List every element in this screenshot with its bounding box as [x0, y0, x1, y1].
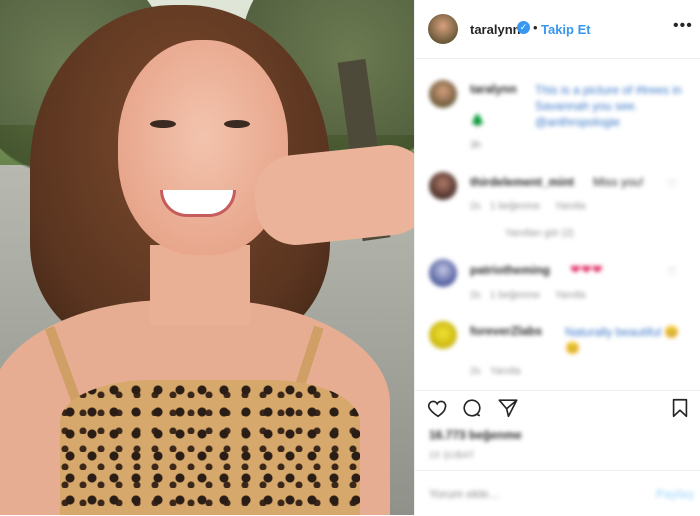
share-icon[interactable] — [497, 397, 519, 419]
add-comment-bar: Yorum ekle... Paylaş — [415, 470, 700, 516]
comment-icon[interactable] — [461, 397, 483, 419]
caption: taralynn This is a picture of #trees in … — [415, 75, 700, 155]
comment-like-icon[interactable]: ♡ — [667, 178, 677, 191]
comment-username[interactable]: thirdelement_mint — [470, 175, 574, 189]
caption-avatar[interactable] — [429, 80, 457, 108]
comment-username[interactable]: foreverZlabs — [470, 324, 542, 338]
comment-reply-button[interactable]: Yanıtla — [555, 290, 585, 301]
comment-item: foreverZlabs Naturally beautiful 😊😊 ♡ 2s… — [415, 318, 700, 383]
comment-item: patriotheming ❤❤❤ ♡ 2s 1 beğenme Yanıtla — [415, 255, 700, 310]
instagram-post: taralynn ✓ • Takip Et ••• taralynn This … — [0, 0, 700, 515]
caption-text: This is a picture of #trees in Savannah … — [535, 83, 682, 129]
post-date: 19 ŞUBAT — [429, 450, 475, 460]
caption-username[interactable]: taralynn — [470, 82, 517, 96]
post-comment-button[interactable]: Paylaş — [656, 487, 694, 501]
post-side-panel: taralynn ✓ • Takip Et ••• taralynn This … — [414, 0, 700, 515]
comment-username[interactable]: patriotheming — [470, 263, 550, 277]
verified-badge-icon: ✓ — [517, 21, 530, 34]
more-options-icon[interactable]: ••• — [673, 17, 693, 35]
comment-avatar[interactable] — [429, 321, 457, 349]
photo-leopard-top — [60, 380, 360, 515]
likes-count[interactable]: 16.773 beğenme — [429, 428, 522, 442]
photo-eye-right — [224, 120, 250, 128]
caption-time: 3h — [470, 140, 482, 151]
comment-reply-button[interactable]: Yanıtla — [490, 366, 520, 377]
comment-likes[interactable]: 1 beğenme — [490, 201, 540, 212]
photo-eye-left — [150, 120, 176, 128]
comment-reply-button[interactable]: Yanıtla — [555, 201, 585, 212]
comment-input[interactable]: Yorum ekle... — [429, 487, 499, 501]
comment-time: 2s — [470, 290, 481, 301]
caption-emoji: 🌲 — [470, 113, 485, 127]
bookmark-icon[interactable] — [669, 397, 691, 419]
comment-avatar[interactable] — [429, 259, 457, 287]
view-replies-button[interactable]: Yanıtları gör (2) — [505, 228, 574, 239]
author-avatar[interactable] — [428, 14, 458, 44]
comment-like-icon[interactable]: ♡ — [667, 265, 677, 278]
comment-likes[interactable]: 1 beğenme — [490, 290, 540, 301]
author-username[interactable]: taralynn — [470, 22, 521, 37]
comment-like-icon[interactable]: ♡ — [667, 328, 677, 341]
photo-neck — [150, 245, 250, 325]
post-header: taralynn ✓ • Takip Et ••• — [415, 0, 700, 59]
comment-time: 2s — [470, 201, 481, 212]
post-photo[interactable] — [0, 0, 414, 515]
heart-icon[interactable] — [427, 397, 449, 419]
comment-time: 2s — [470, 366, 481, 377]
post-actions-bar — [415, 390, 700, 427]
header-separator: • — [533, 20, 538, 35]
follow-button[interactable]: Takip Et — [541, 22, 591, 37]
comment-text: ❤❤❤ — [570, 262, 603, 277]
comment-avatar[interactable] — [429, 172, 457, 200]
comment-text: Miss you! — [593, 175, 644, 189]
comment-item: thirdelement_mint Miss you! ♡ 2s 1 beğen… — [415, 168, 700, 243]
